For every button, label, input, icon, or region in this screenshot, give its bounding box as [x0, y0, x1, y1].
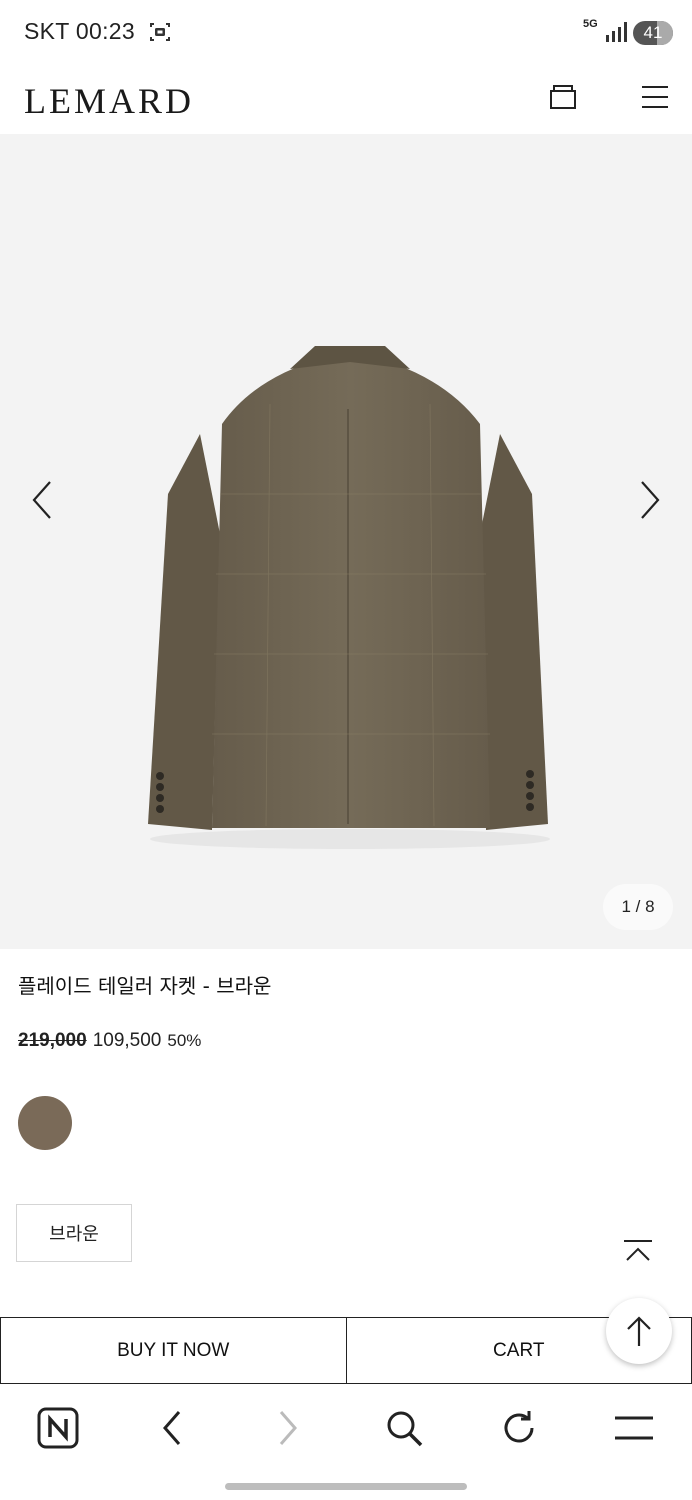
price-row: 219,000 109,500 50% — [18, 1030, 201, 1052]
sale-price: 109,500 — [92, 1030, 162, 1051]
scroll-top-button[interactable] — [606, 1298, 672, 1364]
naver-home-icon[interactable] — [34, 1404, 82, 1452]
purchase-actions: BUY IT NOW CART — [0, 1317, 692, 1384]
screen-record-icon — [150, 23, 170, 41]
product-image — [148, 346, 550, 849]
image-counter: 1 / 8 — [603, 884, 673, 930]
back-icon[interactable] — [148, 1404, 196, 1452]
product-image-gallery[interactable]: 1 / 8 — [0, 134, 692, 949]
search-icon[interactable] — [380, 1404, 428, 1452]
battery-indicator: 41 — [633, 21, 673, 45]
refresh-icon[interactable] — [495, 1404, 543, 1452]
battery-level: 41 — [643, 23, 663, 42]
network-indicator: 5G — [583, 18, 598, 30]
bag-icon[interactable] — [548, 82, 578, 112]
status-bar: SKT 00:23 5G 41 — [0, 0, 692, 66]
product-title: 플레이드 테일러 자켓 - 브라운 — [18, 974, 272, 998]
collapse-to-top-icon[interactable] — [622, 1238, 654, 1266]
menu-icon[interactable] — [640, 84, 670, 110]
next-image-arrow-icon[interactable] — [636, 478, 664, 522]
browser-nav-bar — [0, 1384, 692, 1472]
signal-icon — [606, 22, 627, 42]
brand-logo[interactable]: LEMARD — [24, 80, 194, 122]
carrier-time: SKT 00:23 — [24, 18, 135, 44]
color-swatch[interactable] — [18, 1096, 72, 1150]
prev-image-arrow-icon[interactable] — [28, 478, 56, 522]
original-price: 219,000 — [18, 1030, 87, 1051]
arrow-up-icon — [627, 1316, 651, 1346]
site-header: LEMARD — [0, 66, 692, 134]
option-button[interactable]: 브라운 — [16, 1204, 132, 1262]
home-indicator — [225, 1483, 467, 1490]
forward-icon[interactable] — [264, 1404, 312, 1452]
browser-menu-icon[interactable] — [610, 1404, 658, 1452]
buy-now-button[interactable]: BUY IT NOW — [0, 1317, 347, 1384]
discount-rate: 50% — [167, 1031, 202, 1050]
